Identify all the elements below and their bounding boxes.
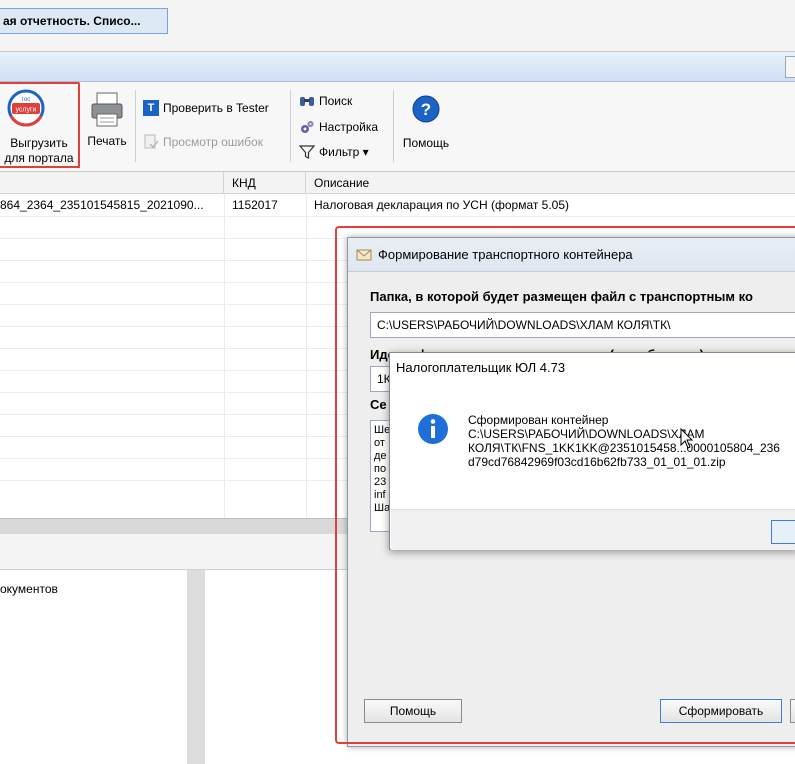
toolbar-separator [393, 90, 394, 162]
column-header-name[interactable] [0, 172, 224, 194]
view-errors-button[interactable]: Просмотр ошибок [143, 134, 263, 150]
row-file-name: 864_2364_235101545815_2021090... [0, 198, 204, 212]
export-for-portal-button[interactable]: гос услуги Выгрузить для портала [0, 82, 80, 168]
check-tester-label: Проверить в Tester [163, 101, 269, 115]
help-button[interactable]: ? Помощь [400, 90, 452, 151]
gosuslugi-logo-icon: гос услуги [7, 89, 45, 127]
document-check-icon [144, 134, 159, 149]
settings-label: Настройка [319, 120, 379, 134]
printer-icon [91, 92, 123, 127]
export-label-line1: Выгрузить [10, 136, 68, 150]
message-text: Сформирован контейнер C:\USERS\РАБОЧИЙ\D… [468, 413, 795, 469]
print-label: Печать [87, 134, 127, 148]
print-button[interactable]: Печать [84, 90, 130, 149]
grid-header: КНД Описание [0, 172, 795, 194]
mouse-cursor-icon [680, 428, 694, 449]
settings-button[interactable]: Настройка [299, 119, 378, 135]
filter-label: Фильтр ▾ [319, 145, 369, 159]
tester-icon: T [143, 100, 159, 116]
grid-column-line [224, 194, 225, 518]
search-label: Поиск [319, 94, 353, 108]
lower-panel-scrollbar[interactable] [187, 570, 205, 764]
column-header-knd[interactable]: КНД [224, 172, 306, 194]
table-row[interactable]: 864_2364_235101545815_2021090... 1152017… [0, 194, 795, 216]
filter-icon [299, 145, 315, 159]
message-line: C:\USERS\РАБОЧИЙ\DOWNLOADS\ХЛАМ [468, 427, 705, 441]
grid-row-line [0, 216, 795, 217]
help-icon: ? [412, 95, 440, 123]
message-box-footer [391, 509, 795, 550]
document-tab[interactable]: ая отчетность. Списо... [0, 8, 168, 34]
message-box: Налогоплательщик ЮЛ 4.73 Сформирован кон… [389, 352, 795, 550]
help-label: Помощь [402, 136, 450, 150]
lower-left-panel: окументов [0, 570, 187, 764]
message-box-title: Налогоплательщик ЮЛ 4.73 [390, 353, 795, 383]
ribbon-collapse-button[interactable] [785, 56, 795, 78]
toolbar-separator [290, 90, 291, 162]
message-line: Сформирован контейнер [468, 413, 609, 427]
grid-column-line [306, 194, 307, 518]
gos-logo-text-1: гос [22, 97, 30, 103]
info-icon [418, 414, 448, 444]
row-description: Налоговая декларация по УСН (формат 5.05… [314, 198, 570, 212]
export-label-line2: для портала [4, 151, 74, 165]
message-box-content: Сформирован контейнер C:\USERS\РАБОЧИЙ\D… [391, 383, 795, 509]
check-tester-button[interactable]: T Проверить в Tester [143, 100, 269, 116]
ribbon-header [0, 52, 795, 82]
gears-icon [301, 121, 314, 133]
search-button[interactable]: Поиск [299, 93, 352, 109]
binoculars-icon [300, 97, 314, 106]
gos-logo-text-2: услуги [16, 107, 37, 114]
row-knd: 1152017 [232, 198, 278, 212]
toolbar-separator [135, 90, 136, 162]
message-line: КОЛЯ\ТК\FNS_1KK1KK@2351015458...00001058… [468, 441, 780, 455]
svg-text:?: ? [421, 100, 431, 119]
lower-panel-text: окументов [0, 582, 58, 596]
ok-button[interactable] [771, 520, 795, 544]
column-header-description[interactable]: Описание [306, 172, 795, 194]
document-tab-strip: ая отчетность. Списо... [0, 0, 795, 52]
toolbar: гос услуги Выгрузить для портала Печать … [0, 82, 795, 172]
filter-button[interactable]: Фильтр ▾ [299, 144, 369, 160]
view-errors-label: Просмотр ошибок [163, 135, 263, 149]
message-line: d79cd76842969f03cd16b62fb733_01_01_01.zi… [468, 455, 726, 469]
